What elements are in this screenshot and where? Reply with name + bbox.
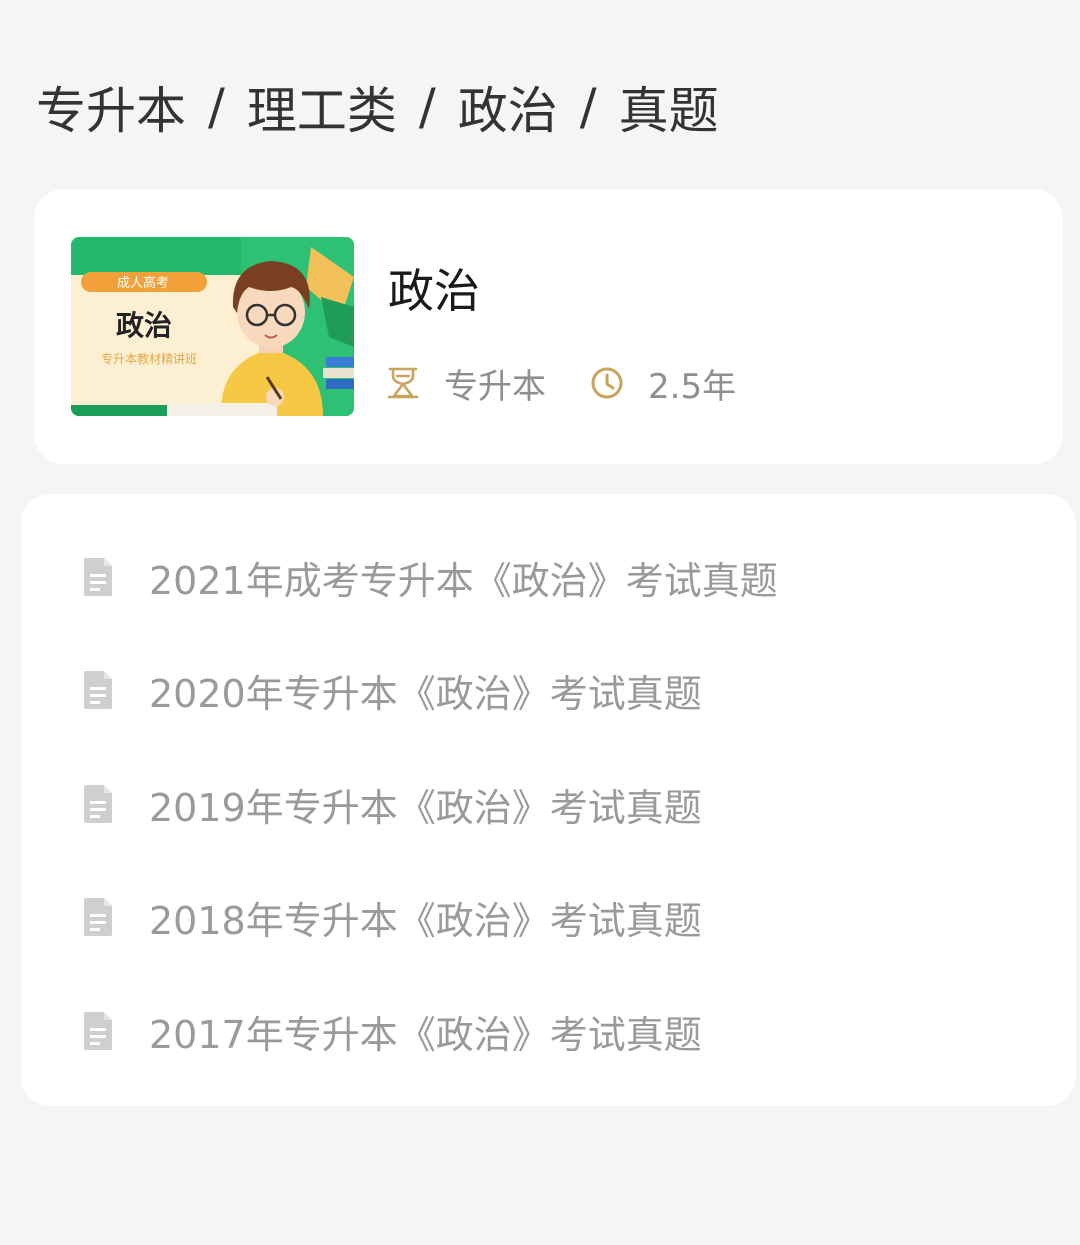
course-card[interactable]: 成人高考 政治 专升本教材精讲班 政治 专升本 2.5年 bbox=[34, 189, 1063, 464]
document-icon bbox=[81, 670, 115, 710]
document-icon bbox=[81, 557, 115, 597]
list-item-label: 2019年专升本《政治》考试真题 bbox=[149, 785, 702, 830]
list-item-label: 2018年专升本《政治》考试真题 bbox=[149, 898, 702, 943]
course-level-label: 专升本 bbox=[444, 366, 546, 407]
document-icon bbox=[81, 897, 115, 937]
document-icon bbox=[81, 784, 115, 824]
graduation-level-icon bbox=[386, 366, 420, 400]
breadcrumb-separator: / bbox=[208, 78, 225, 136]
breadcrumb-item-level[interactable]: 专升本 bbox=[36, 71, 186, 143]
breadcrumb-separator: / bbox=[579, 78, 597, 136]
thumbnail-title: 政治 bbox=[116, 309, 172, 342]
breadcrumb-item-subject[interactable]: 政治 bbox=[458, 71, 558, 143]
course-title: 政治 bbox=[388, 264, 480, 318]
course-thumbnail[interactable]: 成人高考 政治 专升本教材精讲班 bbox=[71, 237, 354, 416]
list-item[interactable]: 2018年专升本《政治》考试真题 bbox=[81, 887, 702, 947]
list-item-label: 2021年成考专升本《政治》考试真题 bbox=[149, 558, 778, 603]
breadcrumb-separator: / bbox=[418, 78, 436, 136]
list-item[interactable]: 2019年专升本《政治》考试真题 bbox=[81, 774, 702, 834]
course-meta: 专升本 2.5年 bbox=[386, 359, 736, 407]
list-item[interactable]: 2020年专升本《政治》考试真题 bbox=[81, 660, 702, 720]
list-item-label: 2020年专升本《政治》考试真题 bbox=[149, 671, 702, 716]
thumbnail-subtitle: 专升本教材精讲班 bbox=[101, 351, 197, 366]
exam-paper-list: 2021年成考专升本《政治》考试真题 2020年专升本《政治》考试真题 2019… bbox=[21, 494, 1076, 1106]
breadcrumb: 专升本 / 理工类 / 政治 / 真题 bbox=[36, 72, 719, 142]
document-icon bbox=[81, 1011, 115, 1051]
breadcrumb-item-current: 真题 bbox=[618, 82, 719, 140]
breadcrumb-item-category[interactable]: 理工类 bbox=[247, 71, 397, 143]
list-item[interactable]: 2017年专升本《政治》考试真题 bbox=[81, 1001, 702, 1061]
list-item[interactable]: 2021年成考专升本《政治》考试真题 bbox=[81, 547, 778, 607]
clock-icon bbox=[590, 366, 624, 400]
thumbnail-tag: 成人高考 bbox=[117, 275, 169, 291]
list-item-label: 2017年专升本《政治》考试真题 bbox=[149, 1012, 702, 1057]
course-duration-label: 2.5年 bbox=[648, 366, 737, 407]
